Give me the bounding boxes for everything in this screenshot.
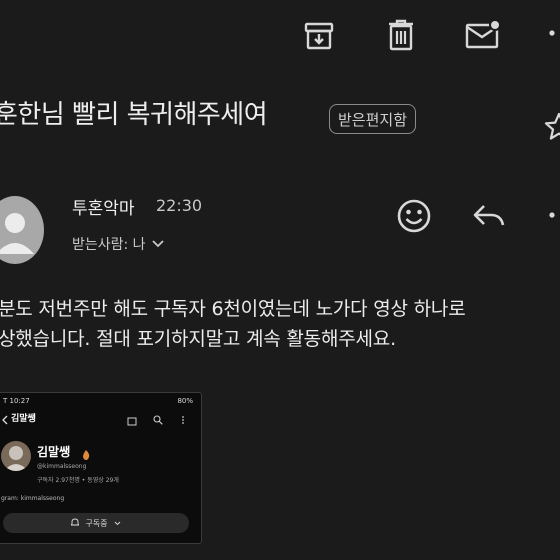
sender-name: 투혼악마 (72, 199, 135, 219)
chevron-down-icon (114, 519, 121, 528)
thumb-cast-icon (127, 411, 137, 430)
thumb-status-battery: 80% (177, 397, 193, 405)
delete-icon[interactable] (386, 18, 416, 52)
thumb-status-time: T 10:27 (3, 397, 30, 405)
channel-name: 김말쌩 (37, 445, 71, 459)
recipient-label: 받는사람: 나 (72, 237, 146, 253)
inbox-label-chip[interactable]: 받은편지함 (329, 104, 417, 134)
body-line-1: 분도 저번주만 해도 구독자 6천이였는데 노가다 영상 하나로 (0, 298, 466, 320)
star-icon[interactable] (544, 112, 560, 142)
email-subject: 훈한님 빨리 복귀해주세여 (0, 100, 268, 130)
more-vert-icon[interactable] (548, 200, 556, 230)
channel-flame-icon (81, 445, 91, 464)
image-attachment[interactable]: T 10:27 80% 김말쌩 김말쌩 @kimmalsseong 구독자 2.… (0, 392, 202, 544)
thumb-back-icon (1, 410, 9, 429)
chevron-down-icon (151, 240, 164, 248)
channel-avatar (1, 441, 31, 471)
more-vert-icon[interactable] (548, 24, 556, 50)
thumb-header-name: 김말쌩 (11, 414, 36, 424)
mark-unread-icon[interactable] (465, 18, 501, 52)
reply-icon[interactable] (472, 202, 506, 230)
sent-time: 22:30 (156, 196, 203, 215)
bell-icon (70, 518, 81, 529)
recipient-details[interactable]: 받는사람: 나 (72, 234, 164, 254)
thumb-more-icon (181, 410, 185, 429)
thumb-search-icon (153, 410, 163, 429)
avatar (0, 196, 44, 264)
body-line-2: 상했습니다. 절대 포기하지말고 계속 활동해주세요. (0, 328, 396, 350)
subscribe-button: 구독중 (3, 513, 189, 533)
subscribe-label: 구독중 (85, 518, 108, 528)
channel-stats: 구독자 2.97천명 • 동영상 29개 (37, 477, 119, 484)
channel-link: gram: kimmalsseong (1, 495, 65, 502)
emoji-icon[interactable] (396, 198, 432, 234)
archive-icon[interactable] (303, 20, 335, 52)
channel-handle: @kimmalsseong (37, 463, 87, 470)
